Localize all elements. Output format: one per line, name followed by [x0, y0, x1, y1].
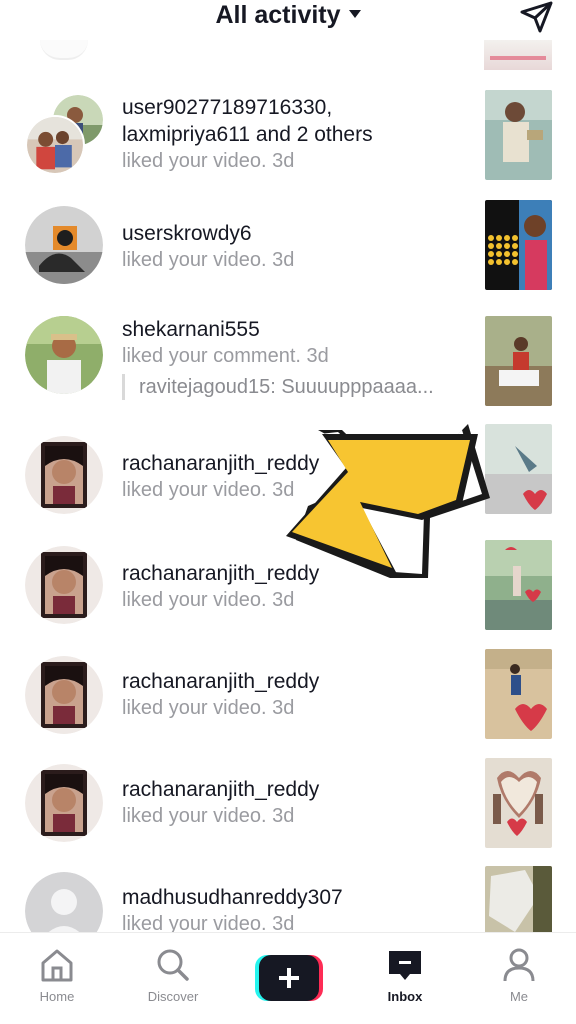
activity-text: liked your comment. 3d: [122, 343, 472, 370]
avatar[interactable]: [25, 206, 103, 284]
action-text: liked your video.: [122, 479, 267, 501]
username[interactable]: user90277189716330,: [122, 94, 472, 121]
page-title: All activity: [215, 1, 341, 29]
username[interactable]: userskrowdy6: [122, 220, 472, 247]
username[interactable]: madhusudhanreddy307: [122, 884, 472, 911]
avatar[interactable]: [25, 764, 103, 842]
timestamp: 3d: [272, 150, 295, 172]
conjunction-text: and: [250, 123, 297, 146]
activity-text: liked your video. 3d: [122, 148, 472, 175]
avatar[interactable]: [25, 656, 103, 734]
activity-users-line[interactable]: laxmipriya611 and 2 others: [122, 121, 472, 148]
timestamp: 3d: [272, 697, 295, 719]
activity-text: liked your video. 3d: [122, 803, 472, 830]
activity-text: liked your video. 3d: [122, 911, 472, 932]
avatar[interactable]: [25, 436, 103, 514]
nav-me[interactable]: Me: [474, 947, 564, 1004]
comment-quote: ravitejagoud15: Suuuupppaaaa...: [122, 374, 472, 400]
header: All activity: [0, 0, 576, 40]
nav-discover[interactable]: Discover: [128, 947, 218, 1004]
video-thumbnail[interactable]: [485, 316, 552, 406]
caret-down-icon: [348, 10, 361, 19]
pointer-arrow-icon: [286, 424, 490, 578]
avatar[interactable]: [25, 872, 103, 932]
send-icon[interactable]: [518, 0, 554, 34]
timestamp: 3d: [306, 345, 329, 367]
timestamp: 3d: [272, 589, 295, 611]
username[interactable]: rachanaranjith_reddy: [122, 668, 472, 695]
avatar[interactable]: [40, 40, 88, 60]
video-thumbnail[interactable]: [485, 200, 552, 290]
list-item[interactable]: madhusudhanreddy307 liked your video. 3d: [0, 866, 576, 932]
timestamp: 3d: [272, 805, 295, 827]
action-text: liked your video.: [122, 805, 267, 827]
list-item[interactable]: userskrowdy6 liked your video. 3d: [0, 200, 576, 300]
timestamp: 3d: [272, 249, 295, 271]
nav-inbox-label: Inbox: [387, 989, 423, 1004]
video-thumbnail[interactable]: [485, 90, 552, 180]
list-item[interactable]: user90277189716330, laxmipriya611 and 2 …: [0, 90, 576, 192]
avatar[interactable]: [25, 546, 103, 624]
activity-filter-dropdown[interactable]: All activity: [0, 0, 576, 30]
nav-me-label: Me: [509, 989, 529, 1004]
avatar-group[interactable]: [25, 95, 105, 175]
avatar[interactable]: [25, 115, 85, 175]
list-item[interactable]: rachanaranjith_reddy liked your video. 3…: [0, 758, 576, 862]
profile-icon: [503, 948, 535, 982]
home-icon: [41, 949, 73, 982]
action-text: liked your comment.: [122, 345, 301, 367]
video-thumbnail[interactable]: [485, 758, 552, 848]
activity-text: liked your video. 3d: [122, 587, 472, 614]
create-button[interactable]: [255, 955, 323, 1001]
username[interactable]: shekarnani555: [122, 316, 472, 343]
bottom-nav: Home Discover Inbox Me: [0, 932, 576, 1024]
avatar[interactable]: [25, 316, 103, 394]
activity-text: liked your video. 3d: [122, 247, 472, 274]
list-item[interactable]: rachanaranjith_reddy liked your video. 3…: [0, 649, 576, 754]
nav-discover-label: Discover: [147, 989, 199, 1004]
action-text: liked your video.: [122, 249, 267, 271]
username[interactable]: laxmipriya611: [122, 123, 250, 146]
nav-home[interactable]: Home: [12, 947, 102, 1004]
action-text: liked your video.: [122, 589, 267, 611]
search-icon: [157, 949, 189, 981]
video-thumbnail[interactable]: [485, 866, 552, 932]
activity-text: liked your video. 3d: [122, 695, 472, 722]
timestamp: 3d: [272, 913, 295, 932]
nav-inbox[interactable]: Inbox: [360, 947, 450, 1004]
username[interactable]: rachanaranjith_reddy: [122, 776, 472, 803]
video-thumbnail[interactable]: [484, 40, 552, 70]
video-thumbnail[interactable]: [485, 649, 552, 739]
action-text: liked your video.: [122, 913, 267, 932]
action-text: liked your video.: [122, 697, 267, 719]
inbox-icon: [389, 951, 421, 980]
action-text: liked your video.: [122, 150, 267, 172]
nav-home-label: Home: [39, 989, 75, 1004]
others-count[interactable]: 2 others: [297, 123, 373, 146]
